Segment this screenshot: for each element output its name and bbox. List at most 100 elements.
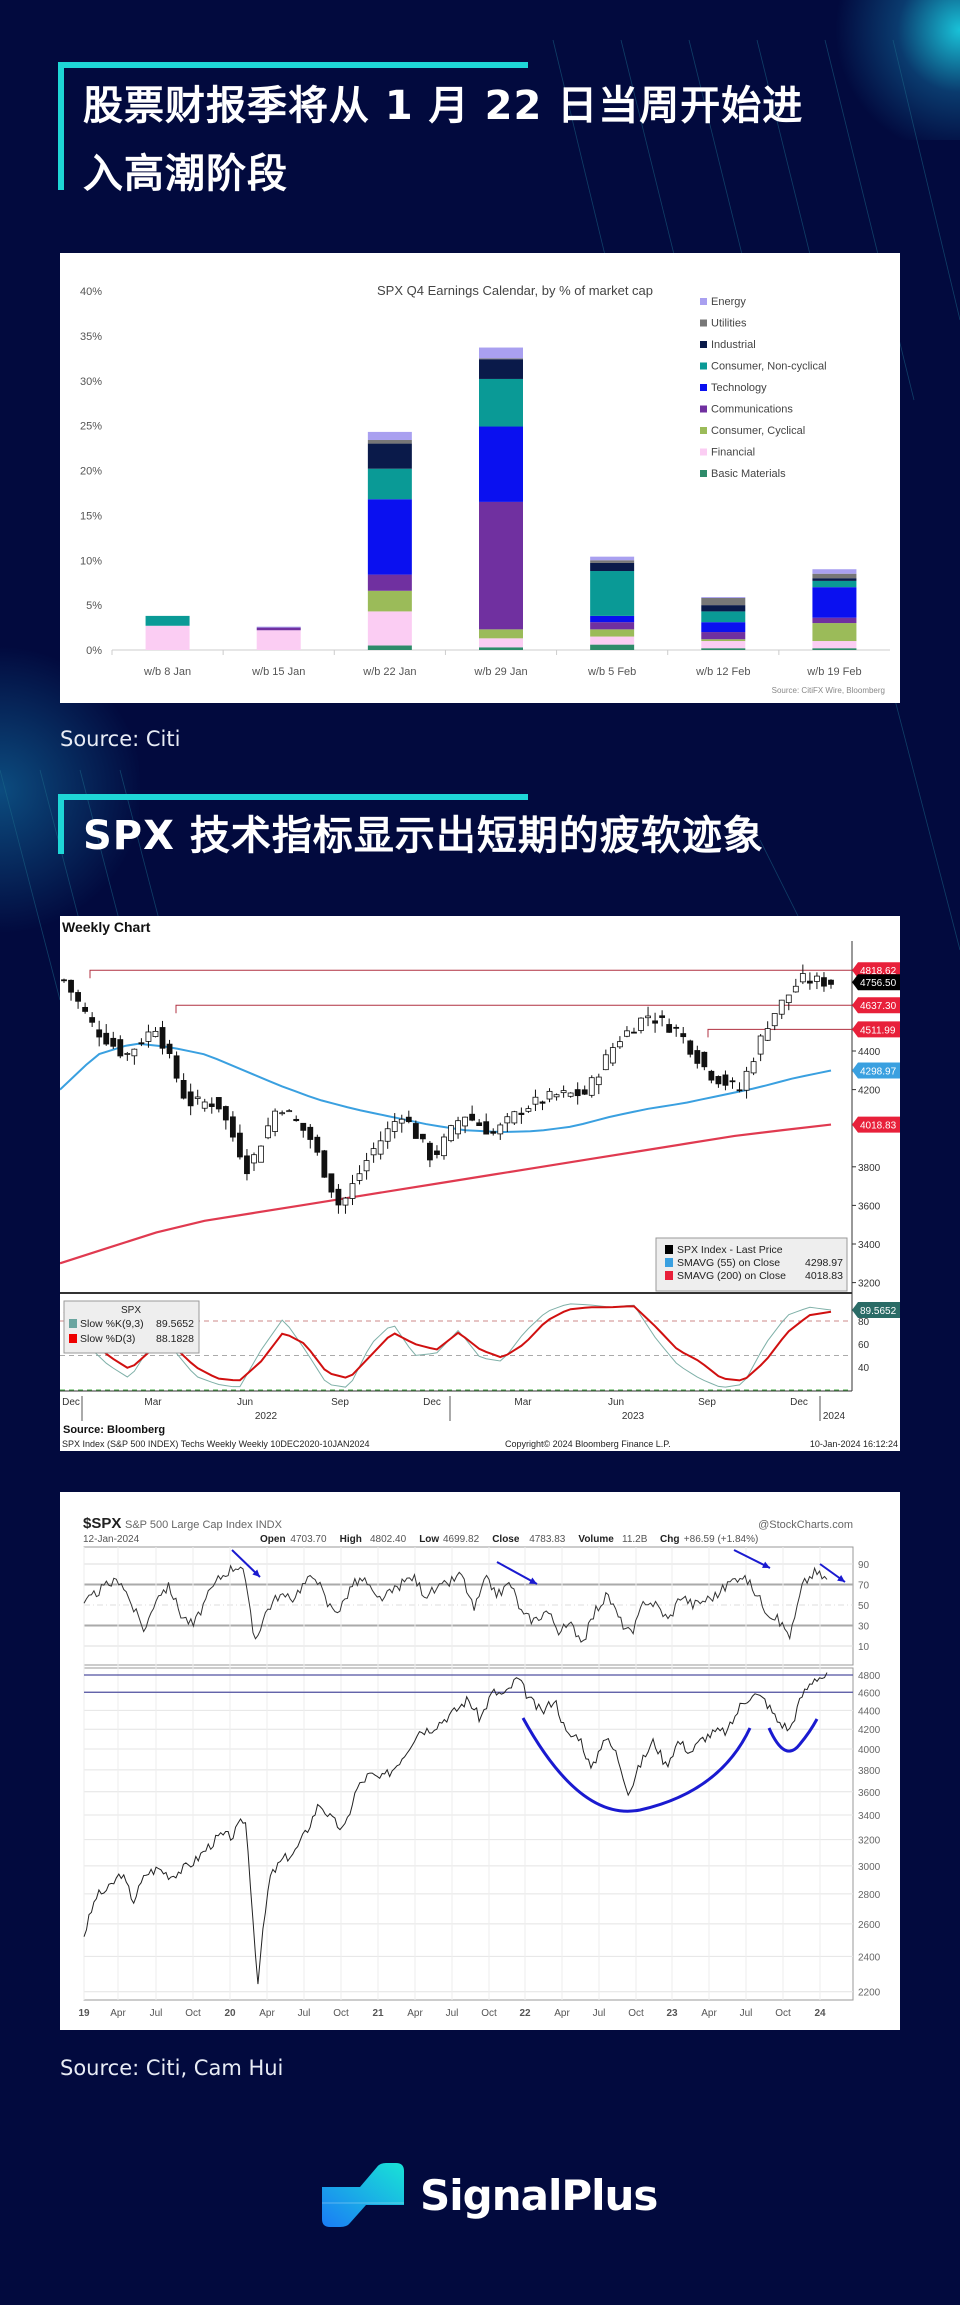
candle (469, 1113, 476, 1121)
candle (363, 1160, 370, 1172)
candle (490, 1131, 497, 1134)
bar-segment-communications (812, 617, 857, 624)
candle (370, 1148, 377, 1156)
legend-sma200: SMAVG (200) on Close (677, 1270, 786, 1282)
candle (61, 979, 67, 982)
candle (595, 1076, 602, 1086)
title-accent-bar (58, 794, 64, 854)
price-tick-label: 3200 (858, 1836, 881, 1847)
legend-swatch (700, 470, 707, 477)
bar-segment-communications (590, 622, 635, 630)
bar-segment-technology (367, 499, 412, 575)
price-tick-label: 3400 (858, 1811, 881, 1822)
rsi-panel (83, 1546, 854, 1666)
price-line (83, 1672, 828, 1985)
candle (574, 1089, 581, 1097)
section-title-text: SPX 技术指标显示出短期的疲软迹象 (83, 813, 764, 859)
bar-segment-technology (590, 615, 635, 623)
bar-segment-basic-materials (812, 648, 857, 650)
rsi-tick-label: 10 (858, 1642, 870, 1653)
bar-segment-financial (812, 641, 857, 649)
x-tick-label: Oct (628, 2008, 644, 2019)
bar-segment-utilities (590, 560, 635, 563)
x-tick-label: Mar (144, 1397, 162, 1408)
candle (729, 1080, 736, 1083)
legend-item: Technology (711, 382, 767, 394)
candle (680, 1033, 687, 1038)
chart-source-note: Source: CitiFX Wire, Bloomberg (772, 686, 885, 695)
legend-item: Consumer, Cyclical (711, 425, 805, 437)
x-tick-label: w/b 8 Jan (143, 666, 191, 678)
price-tick-label: 2400 (858, 1952, 881, 1963)
x-tick-label: Apr (407, 2008, 423, 2019)
section-title-line1: 股票财报季将从 1 月 22 日当周开始进 (83, 83, 804, 129)
stoch-tick-label: 80 (858, 1317, 870, 1328)
price-tick-label: 3800 (858, 1766, 881, 1777)
candle (645, 1015, 651, 1019)
legend-swatch (700, 298, 707, 305)
candle (701, 1051, 708, 1068)
candle (602, 1054, 609, 1071)
candle (652, 1020, 658, 1024)
bar-segment-communications (701, 632, 746, 640)
candle (504, 1116, 511, 1124)
rsi-line (83, 1564, 828, 1643)
candle (560, 1090, 567, 1094)
bar-segment-consumer-cyclical (812, 623, 857, 642)
bar-segment-technology (479, 426, 523, 502)
rsi-tick-label: 50 (858, 1601, 870, 1612)
candle (659, 1015, 666, 1018)
x-tick-label: Dec (423, 1397, 441, 1408)
candle (286, 1110, 293, 1113)
bar-segment-financial (701, 641, 746, 649)
bloomberg-weekly-chart: Weekly Chart 3200 3400 3600 3800 4200 4400 481… (59, 916, 900, 1451)
candle (398, 1118, 405, 1124)
bar-segment-financial (479, 638, 523, 648)
quote-value: 4783.83 (529, 1534, 566, 1545)
candle (814, 975, 820, 982)
legend-sma55: SMAVG (55) on Close (677, 1257, 780, 1269)
legend-sma55-value: 4298.97 (805, 1257, 843, 1269)
y-tick-label: 20% (80, 466, 102, 478)
bar-segment-energy (590, 556, 635, 561)
signalplus-logo: SignalPlus (322, 2160, 658, 2230)
bar-segment-consumer-non-cyclical (590, 571, 635, 616)
price-tick-label: 2200 (858, 1988, 881, 1999)
y-tick-label: 25% (80, 421, 102, 433)
candle (82, 1006, 89, 1012)
section-title-line2: 入高潮阶段 (83, 151, 288, 197)
legend-item: Communications (711, 404, 793, 416)
bar-segment-consumer-cyclical (367, 590, 412, 612)
x-tick-label: Jul (298, 2008, 311, 2019)
bar-segment-consumer-non-cyclical (145, 615, 190, 626)
bar-segment-consumer-cyclical (479, 629, 523, 639)
candle (687, 1040, 694, 1055)
legend-item: Energy (711, 296, 746, 308)
resistance-line (175, 1004, 852, 1014)
legend-item: Utilities (711, 318, 747, 330)
candle (159, 1027, 166, 1049)
y-tick-label: 3200 (858, 1279, 881, 1290)
candle (419, 1133, 426, 1140)
x-tick-label: Mar (514, 1397, 532, 1408)
quote-label: Close (492, 1534, 520, 1545)
y-tick-label: 0% (86, 645, 102, 657)
legend-swatch (700, 341, 707, 348)
candle (405, 1116, 412, 1123)
candle (722, 1074, 729, 1086)
year-label: 2024 (823, 1411, 846, 1422)
candle (715, 1076, 722, 1085)
price-label: 4018.83 (860, 1121, 897, 1132)
x-tick-label: Jun (237, 1397, 253, 1408)
bar-segment-industrial (701, 605, 746, 612)
candle (666, 1024, 673, 1033)
x-tick-label: Sep (698, 1397, 716, 1408)
x-tick-label: Apr (110, 2008, 126, 2019)
x-tick-label: Apr (701, 2008, 717, 2019)
x-tick-label: w/b 15 Jan (251, 666, 305, 678)
price-tick-label: 3600 (858, 1788, 881, 1799)
candle (117, 1039, 124, 1057)
candle (616, 1041, 623, 1048)
bar-segment-industrial (479, 359, 523, 379)
price-tick-label: 2600 (858, 1920, 881, 1931)
